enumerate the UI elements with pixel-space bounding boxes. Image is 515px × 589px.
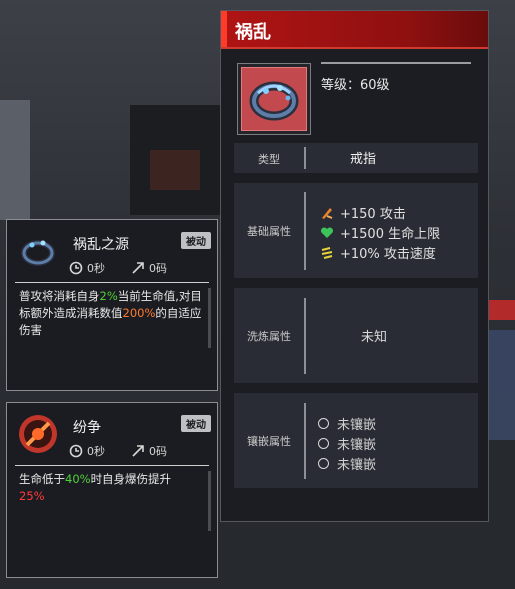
refine-value: 未知 — [361, 330, 388, 345]
stat-max-hp: +1500 生命上限 — [320, 223, 440, 242]
item-level: 等级：60级 — [321, 78, 390, 93]
item-header: 祸乱 — [221, 11, 488, 49]
ring-icon — [249, 81, 299, 121]
socket-slot-2[interactable]: 未镶嵌 — [318, 434, 376, 453]
skill-name: 纷争 — [73, 420, 101, 436]
socket-slot-3[interactable]: 未镶嵌 — [318, 454, 376, 473]
skill-name: 祸乱之源 — [73, 237, 129, 253]
skill-cooldown: 0秒 — [69, 443, 105, 459]
skill-description: 生命低于40%时自身爆伤提升 25% — [19, 472, 172, 503]
empty-socket-icon — [318, 418, 329, 429]
stat-attack: +150 攻击 — [320, 203, 406, 222]
skill-cooldown: 0秒 — [69, 260, 105, 276]
skill-description: 普攻将消耗自身2%当前生命值,对目标额外造成消耗数值200%的自适应伤害 — [19, 289, 202, 337]
skill-card-source-of-chaos[interactable]: 祸乱之源 被动 0秒 0码 普攻将消耗自身2%当前生命值,对目标额外造成消耗数值… — [6, 219, 218, 391]
description-scrollbar[interactable] — [208, 471, 211, 531]
level-divider — [321, 62, 471, 64]
stat-attack-speed: +10% 攻击速度 — [320, 243, 436, 262]
refine-attributes-label: 洗炼属性 — [247, 330, 291, 343]
type-value: 戒指 — [350, 152, 377, 167]
description-scrollbar[interactable] — [208, 288, 211, 348]
refine-attributes-row: 洗炼属性 未知 — [234, 288, 478, 383]
range-arrow-icon — [132, 445, 144, 457]
cooldown-icon — [69, 261, 83, 275]
heart-icon — [320, 226, 334, 238]
socket-attributes-row: 镶嵌属性 未镶嵌 未镶嵌 未镶嵌 — [234, 393, 478, 488]
item-name: 祸乱 — [235, 22, 271, 43]
socket-attributes-label: 镶嵌属性 — [247, 435, 291, 448]
empty-socket-icon — [318, 438, 329, 449]
item-icon-slot[interactable] — [237, 63, 311, 135]
cooldown-icon — [69, 444, 83, 458]
range-arrow-icon — [132, 262, 144, 274]
ring-skill-icon — [21, 240, 55, 266]
skill-range: 0码 — [131, 260, 167, 276]
attack-speed-icon — [321, 246, 333, 259]
type-row: 类型 戒指 — [234, 143, 478, 173]
socket-slot-1[interactable]: 未镶嵌 — [318, 414, 376, 433]
passive-badge: 被动 — [181, 415, 211, 432]
base-attributes-label: 基础属性 — [247, 225, 291, 238]
empty-socket-icon — [318, 458, 329, 469]
skill-card-strife[interactable]: 纷争 被动 0秒 0码 生命低于40%时自身爆伤提升 25% — [6, 402, 218, 578]
base-attributes-row: 基础属性 +150 攻击 +1500 生命上限 +10% 攻击速度 — [234, 183, 478, 278]
passive-badge: 被动 — [181, 232, 211, 249]
attack-icon — [322, 207, 333, 219]
item-detail-panel: 祸乱 等级：60级 类型 戒指 基础属性 +150 攻击 +1500 生命上限 … — [220, 10, 489, 522]
strife-skill-icon — [19, 415, 57, 453]
skill-range: 0码 — [131, 443, 167, 459]
type-label: 类型 — [258, 153, 280, 166]
